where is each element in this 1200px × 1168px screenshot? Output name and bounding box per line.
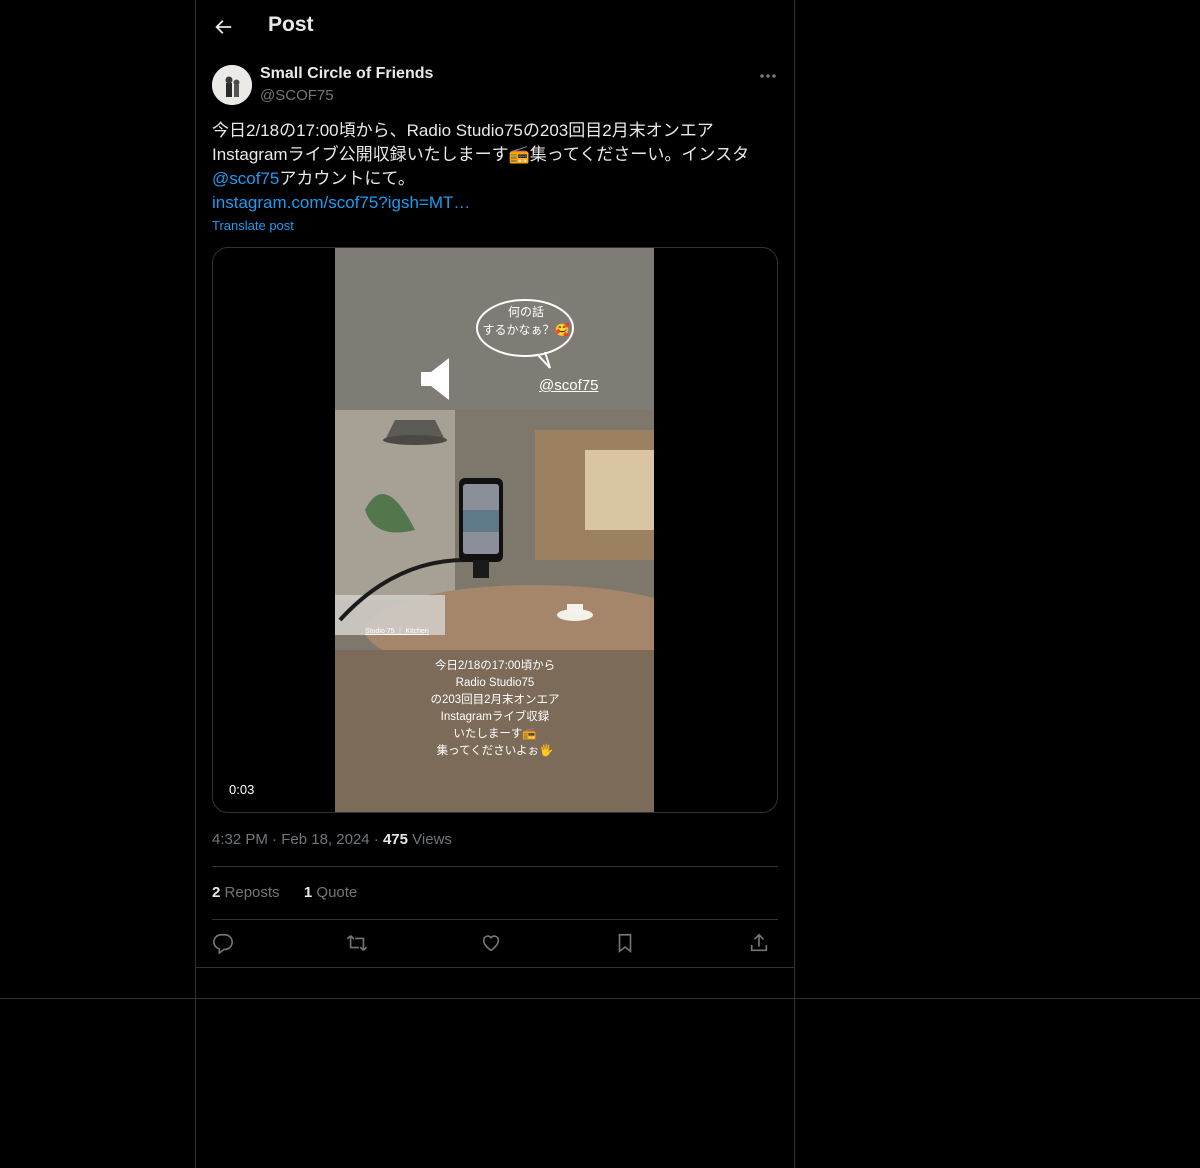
bubble-text: 何の話 するかなぁ？🥰 — [481, 303, 571, 339]
instagram-tag: @scof75 — [539, 377, 599, 394]
reposts-label: Reposts — [224, 884, 280, 901]
meta-separator: · — [373, 831, 383, 848]
bubble-line: 何の話 — [507, 305, 544, 319]
divider — [196, 967, 794, 968]
tweet-line: Instagramライブ公開収録いたしまーす📻集ってくださーい。インスタ — [212, 143, 772, 167]
page-title: Post — [268, 13, 314, 36]
tweet-text-segment: 集ってくださーい。インスタ — [529, 145, 750, 164]
video-caption: 今日2/18の17:00頃から Radio Studio75 の203回目2月末… — [430, 660, 560, 757]
tweet-line: 今日2/18の17:00頃から、Radio Studio75の203回目2月末オ… — [212, 121, 714, 140]
reply-icon[interactable] — [212, 932, 234, 954]
meta-separator: · — [272, 831, 282, 848]
like-icon[interactable] — [480, 932, 502, 954]
bookmark-icon[interactable] — [614, 932, 636, 954]
author-name[interactable]: Small Circle of Friends — [260, 65, 433, 83]
translate-post-link[interactable]: Translate post — [212, 218, 294, 233]
tweet-text: 今日2/18の17:00頃から、Radio Studio75の203回目2月末オ… — [212, 119, 772, 215]
radio-emoji-icon: 📻 — [508, 145, 530, 164]
tweet-text-segment: アカウントにて。 — [279, 169, 415, 188]
share-icon[interactable] — [748, 932, 770, 954]
video-player[interactable]: 何の話 するかなぁ？🥰 @scof75 Studio 75 ｜ Kitchen … — [212, 247, 778, 813]
mention-link[interactable]: @scof75 — [212, 169, 279, 188]
views-label: Views — [412, 831, 452, 848]
instagram-link[interactable]: instagram.com/scof75?igsh=MT… — [212, 191, 772, 215]
avatar[interactable] — [212, 65, 252, 105]
divider — [0, 998, 1200, 999]
video-photo — [335, 410, 654, 650]
post-date[interactable]: Feb 18, 2024 — [281, 831, 369, 848]
bubble-line: するかなぁ？🥰 — [482, 323, 570, 337]
reposts-count: 2 — [212, 884, 221, 901]
main-column: Post Small Circle of Friends @SCOF75 今日2… — [195, 0, 795, 1168]
header: Post — [196, 0, 794, 53]
tweet-text-segment: Instagramライブ公開収録いたしまーす — [212, 145, 509, 164]
reposts-link[interactable]: 2 Reposts — [212, 884, 280, 901]
action-bar — [212, 930, 778, 958]
photo-credit: Studio 75 ｜ Kitchen — [365, 628, 429, 635]
post-stats: 2 Reposts 1 Quote — [212, 884, 357, 901]
divider — [212, 866, 778, 867]
quotes-label: Quote — [316, 884, 358, 901]
more-options-icon[interactable] — [758, 66, 778, 86]
post-time[interactable]: 4:32 PM — [212, 831, 268, 848]
speaker-icon — [419, 356, 453, 402]
tweet-line: @scof75アカウントにて。 — [212, 167, 772, 191]
post-meta: 4:32 PM · Feb 18, 2024 · 475 Views — [212, 831, 452, 848]
views-count: 475 — [382, 831, 408, 848]
divider — [212, 919, 778, 920]
repost-icon[interactable] — [346, 932, 368, 954]
video-timer: 0:03 — [229, 782, 255, 797]
author-handle[interactable]: @SCOF75 — [260, 87, 334, 104]
back-arrow-icon[interactable] — [212, 16, 234, 38]
quotes-count: 1 — [303, 884, 313, 901]
quotes-link[interactable]: 1 Quote — [304, 884, 357, 901]
video-frame[interactable]: 何の話 するかなぁ？🥰 @scof75 Studio 75 ｜ Kitchen … — [335, 248, 654, 812]
